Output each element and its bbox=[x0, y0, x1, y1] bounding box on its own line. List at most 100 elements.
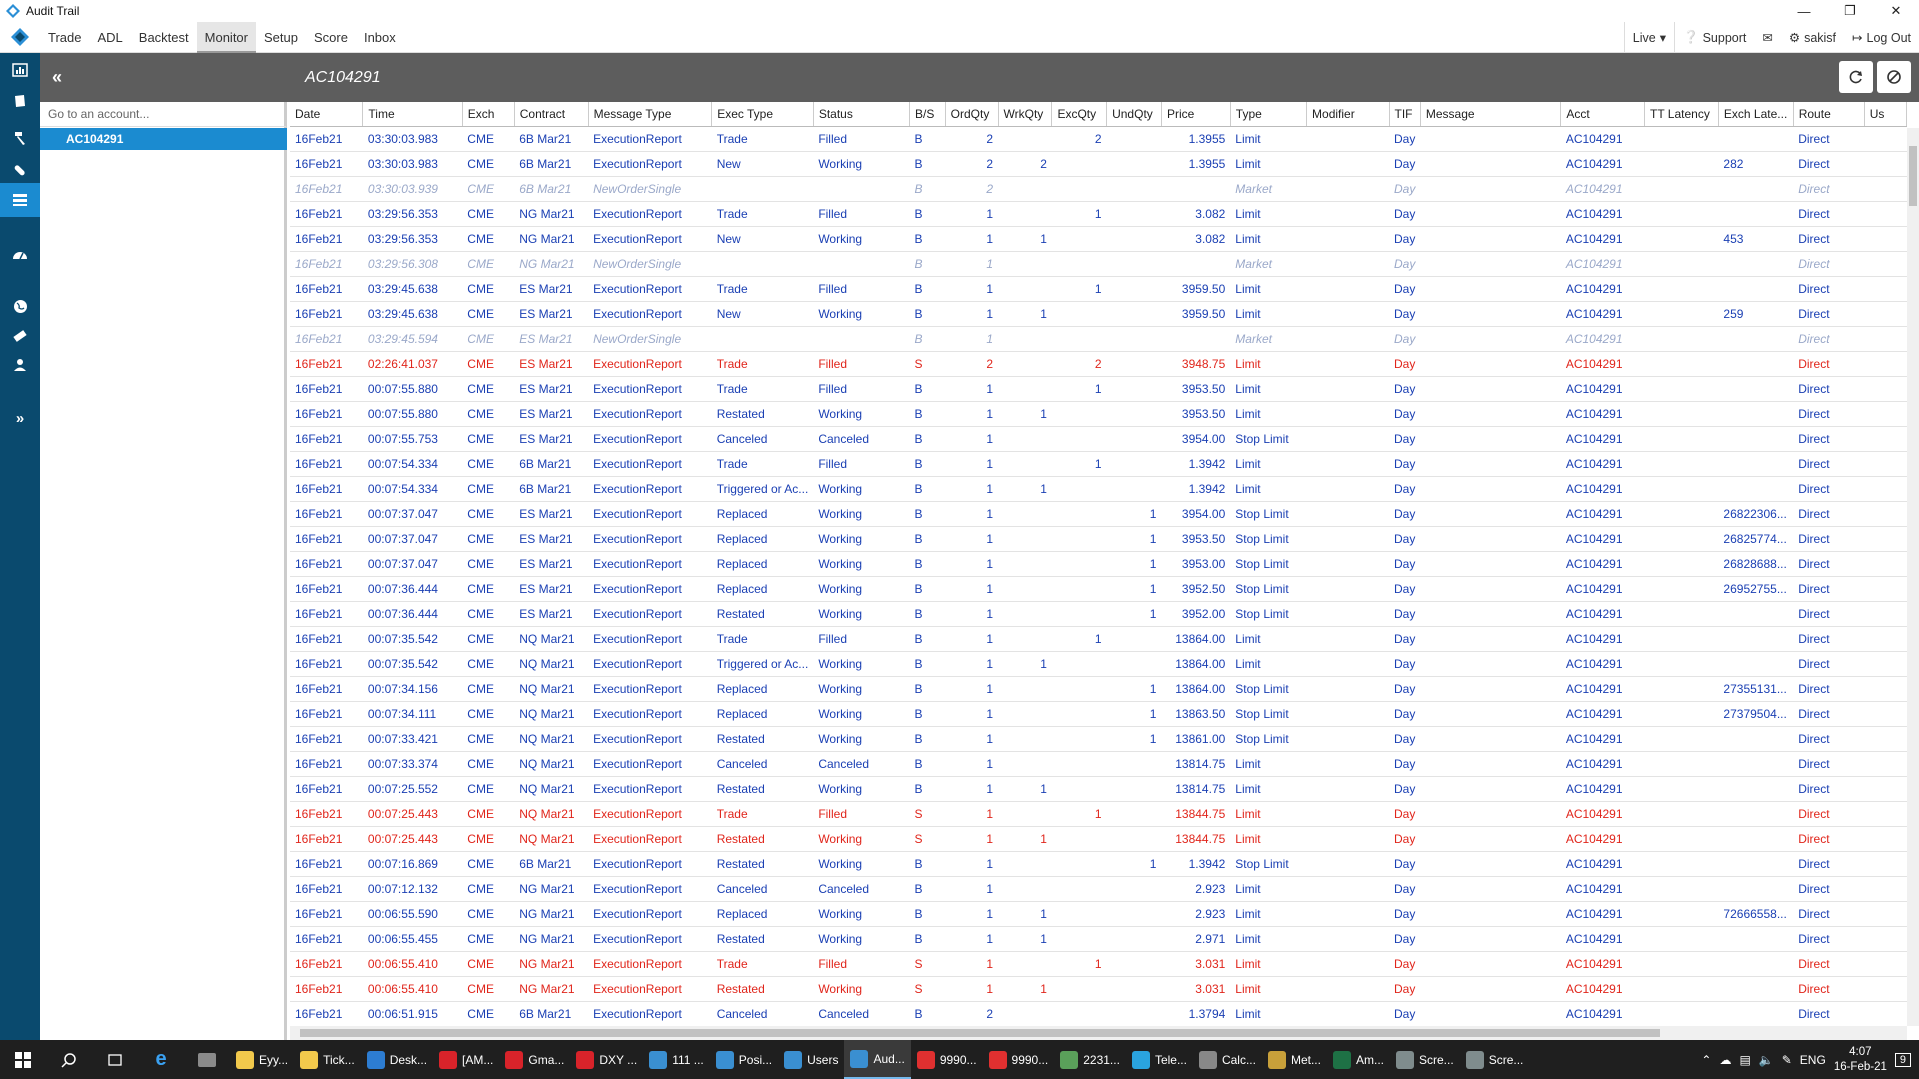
table-row[interactable]: 16Feb21 00:07:54.334 CME 6B Mar21 ExecutionR… bbox=[290, 451, 1907, 477]
volume-icon[interactable]: 🔈 bbox=[1759, 1053, 1774, 1067]
column-header-exec-type[interactable]: Exec Type bbox=[711, 102, 814, 127]
table-row[interactable]: 16Feb21 00:07:37.047 CME ES Mar21 ExecutionR… bbox=[290, 501, 1907, 527]
column-header-ordqty[interactable]: OrdQty bbox=[945, 102, 999, 127]
table-row[interactable]: 16Feb21 03:29:45.638 CME ES Mar21 ExecutionR… bbox=[290, 276, 1907, 302]
taskbar-app[interactable]: Am... bbox=[1327, 1040, 1390, 1079]
table-row[interactable]: 16Feb21 03:30:03.983 CME 6B Mar21 ExecutionR… bbox=[290, 126, 1907, 152]
column-header-wrkqty[interactable]: WrkQty bbox=[998, 102, 1053, 127]
collapse-panel-icon[interactable]: « bbox=[52, 67, 62, 88]
mail-button[interactable]: ✉ bbox=[1754, 22, 1780, 53]
column-header-tif[interactable]: TIF bbox=[1389, 102, 1421, 127]
globe-icon[interactable] bbox=[0, 289, 40, 323]
table-row[interactable]: 16Feb21 00:07:33.374 CME NQ Mar21 ExecutionR… bbox=[290, 751, 1907, 777]
table-row[interactable]: 16Feb21 00:06:55.410 CME NG Mar21 ExecutionR… bbox=[290, 951, 1907, 977]
table-row[interactable]: 16Feb21 00:07:54.334 CME 6B Mar21 ExecutionR… bbox=[290, 476, 1907, 502]
column-header-message[interactable]: Message bbox=[1420, 102, 1562, 127]
chevron-up-icon[interactable]: ⌃ bbox=[1701, 1053, 1711, 1067]
taskbar-app[interactable]: 9990... bbox=[911, 1040, 983, 1079]
taskbar-app[interactable]: Tele... bbox=[1126, 1040, 1193, 1079]
table-row[interactable]: 16Feb21 00:07:33.421 CME NQ Mar21 ExecutionR… bbox=[290, 726, 1907, 752]
column-header-route[interactable]: Route bbox=[1793, 102, 1865, 127]
menu-score[interactable]: Score bbox=[306, 22, 356, 53]
column-header-price[interactable]: Price bbox=[1161, 102, 1231, 127]
column-header-modifier[interactable]: Modifier bbox=[1306, 102, 1390, 127]
language-indicator[interactable]: ENG bbox=[1800, 1053, 1826, 1067]
close-icon[interactable]: ✕ bbox=[1873, 0, 1919, 22]
column-header-exch-late[interactable]: Exch Late... bbox=[1718, 102, 1794, 127]
column-header-us[interactable]: Us bbox=[1864, 102, 1907, 127]
scroll-thumb[interactable] bbox=[300, 1029, 1660, 1037]
table-row[interactable]: 16Feb21 00:07:37.047 CME ES Mar21 ExecutionR… bbox=[290, 526, 1907, 552]
table-row[interactable]: 16Feb21 03:29:45.638 CME ES Mar21 ExecutionR… bbox=[290, 301, 1907, 327]
taskbar-app[interactable]: Calc... bbox=[1193, 1040, 1262, 1079]
horizontal-scrollbar[interactable] bbox=[290, 1026, 1907, 1040]
table-row[interactable]: 16Feb21 00:07:12.132 CME NG Mar21 ExecutionR… bbox=[290, 876, 1907, 902]
column-header-date[interactable]: Date bbox=[290, 102, 364, 127]
minimize-icon[interactable]: — bbox=[1781, 0, 1827, 22]
vertical-scrollbar[interactable] bbox=[1907, 128, 1919, 1026]
clock[interactable]: 4:07 16-Feb-21 bbox=[1834, 1045, 1887, 1075]
taskbar-app[interactable]: Gma... bbox=[499, 1040, 570, 1079]
table-row[interactable]: 16Feb21 00:07:25.443 CME NQ Mar21 ExecutionR… bbox=[290, 801, 1907, 827]
column-header-time[interactable]: Time bbox=[362, 102, 463, 127]
cloud-icon[interactable]: ☁ bbox=[1719, 1053, 1731, 1067]
live-dropdown[interactable]: Live ▾ bbox=[1623, 22, 1674, 53]
table-row[interactable]: 16Feb21 00:06:55.410 CME NG Mar21 ExecutionR… bbox=[290, 976, 1907, 1002]
account-search-input[interactable]: Go to an account... bbox=[40, 102, 286, 127]
table-row[interactable]: 16Feb21 00:07:16.869 CME 6B Mar21 ExecutionR… bbox=[290, 851, 1907, 877]
taskbar-app[interactable]: 9990... bbox=[983, 1040, 1055, 1079]
taskbar-app[interactable]: 111 ... bbox=[643, 1040, 710, 1079]
taskbar-app[interactable]: 2231... bbox=[1054, 1040, 1126, 1079]
menu-monitor[interactable]: Monitor bbox=[196, 21, 256, 53]
column-header-exch[interactable]: Exch bbox=[462, 102, 515, 127]
taskbar-app[interactable]: DXY ... bbox=[570, 1040, 643, 1079]
table-row[interactable]: 16Feb21 00:07:55.753 CME ES Mar21 ExecutionR… bbox=[290, 426, 1907, 452]
search-icon[interactable] bbox=[46, 1040, 92, 1079]
explorer-icon[interactable] bbox=[184, 1040, 230, 1079]
hammer-icon[interactable] bbox=[0, 121, 40, 155]
table-row[interactable]: 16Feb21 02:26:41.037 CME ES Mar21 ExecutionR… bbox=[290, 351, 1907, 377]
task-view-icon[interactable] bbox=[92, 1040, 138, 1079]
taskbar-app[interactable]: [AM... bbox=[433, 1040, 499, 1079]
table-row[interactable]: 16Feb21 03:29:45.594 CME ES Mar21 NewOrderSi… bbox=[290, 326, 1907, 352]
account-list-item[interactable]: AC104291 bbox=[40, 128, 287, 150]
windows-start-icon[interactable] bbox=[0, 1040, 46, 1079]
table-row[interactable]: 16Feb21 00:07:36.444 CME ES Mar21 ExecutionR… bbox=[290, 576, 1907, 602]
table-row[interactable]: 16Feb21 00:07:37.047 CME ES Mar21 ExecutionR… bbox=[290, 551, 1907, 577]
table-row[interactable]: 16Feb21 00:07:34.156 CME NQ Mar21 ExecutionR… bbox=[290, 676, 1907, 702]
taskbar-app[interactable]: Posi... bbox=[710, 1040, 778, 1079]
taskbar-app[interactable]: Aud... bbox=[844, 1040, 911, 1079]
taskbar-app[interactable]: Tick... bbox=[294, 1040, 361, 1079]
tt-logo-icon[interactable] bbox=[0, 22, 40, 53]
taskbar-app[interactable]: Desk... bbox=[361, 1040, 433, 1079]
column-header-message-type[interactable]: Message Type bbox=[588, 102, 713, 127]
user-menu[interactable]: ⚙ sakisf bbox=[1781, 22, 1844, 53]
table-row[interactable]: 16Feb21 00:07:34.111 CME NQ Mar21 ExecutionR… bbox=[290, 701, 1907, 727]
chart-icon[interactable] bbox=[0, 53, 40, 87]
menu-inbox[interactable]: Inbox bbox=[356, 22, 404, 53]
column-header-acct[interactable]: Acct bbox=[1560, 102, 1646, 127]
maximize-icon[interactable]: ❐ bbox=[1827, 0, 1873, 22]
table-row[interactable]: 16Feb21 03:29:56.353 CME NG Mar21 ExecutionR… bbox=[290, 201, 1907, 227]
table-row[interactable]: 16Feb21 03:29:56.308 CME NG Mar21 NewOrderSi… bbox=[290, 251, 1907, 277]
menu-trade[interactable]: Trade bbox=[40, 22, 89, 53]
audit-list-icon[interactable] bbox=[0, 183, 40, 217]
table-row[interactable]: 16Feb21 00:07:55.880 CME ES Mar21 ExecutionR… bbox=[290, 401, 1907, 427]
pill-icon[interactable] bbox=[0, 153, 40, 187]
book-icon[interactable] bbox=[0, 84, 40, 118]
column-header-type[interactable]: Type bbox=[1230, 102, 1308, 127]
table-row[interactable]: 16Feb21 03:30:03.939 CME 6B Mar21 NewOrderSi… bbox=[290, 176, 1907, 202]
network-icon[interactable]: ▤ bbox=[1739, 1053, 1750, 1067]
scroll-thumb[interactable] bbox=[1909, 146, 1917, 206]
column-header-tt-latency[interactable]: TT Latency bbox=[1644, 102, 1719, 127]
table-row[interactable]: 16Feb21 00:07:35.542 CME NQ Mar21 ExecutionR… bbox=[290, 626, 1907, 652]
menu-setup[interactable]: Setup bbox=[256, 22, 306, 53]
table-row[interactable]: 16Feb21 00:07:35.542 CME NQ Mar21 ExecutionR… bbox=[290, 651, 1907, 677]
taskbar-app[interactable]: Eyy... bbox=[230, 1040, 294, 1079]
clear-button[interactable] bbox=[1877, 61, 1911, 93]
support-link[interactable]: ❔ Support bbox=[1674, 22, 1754, 53]
table-row[interactable]: 16Feb21 00:07:25.552 CME NQ Mar21 ExecutionR… bbox=[290, 776, 1907, 802]
table-row[interactable]: 16Feb21 00:07:55.880 CME ES Mar21 ExecutionR… bbox=[290, 376, 1907, 402]
table-row[interactable]: 16Feb21 03:29:56.353 CME NG Mar21 ExecutionR… bbox=[290, 226, 1907, 252]
table-row[interactable]: 16Feb21 03:30:03.983 CME 6B Mar21 ExecutionR… bbox=[290, 151, 1907, 177]
